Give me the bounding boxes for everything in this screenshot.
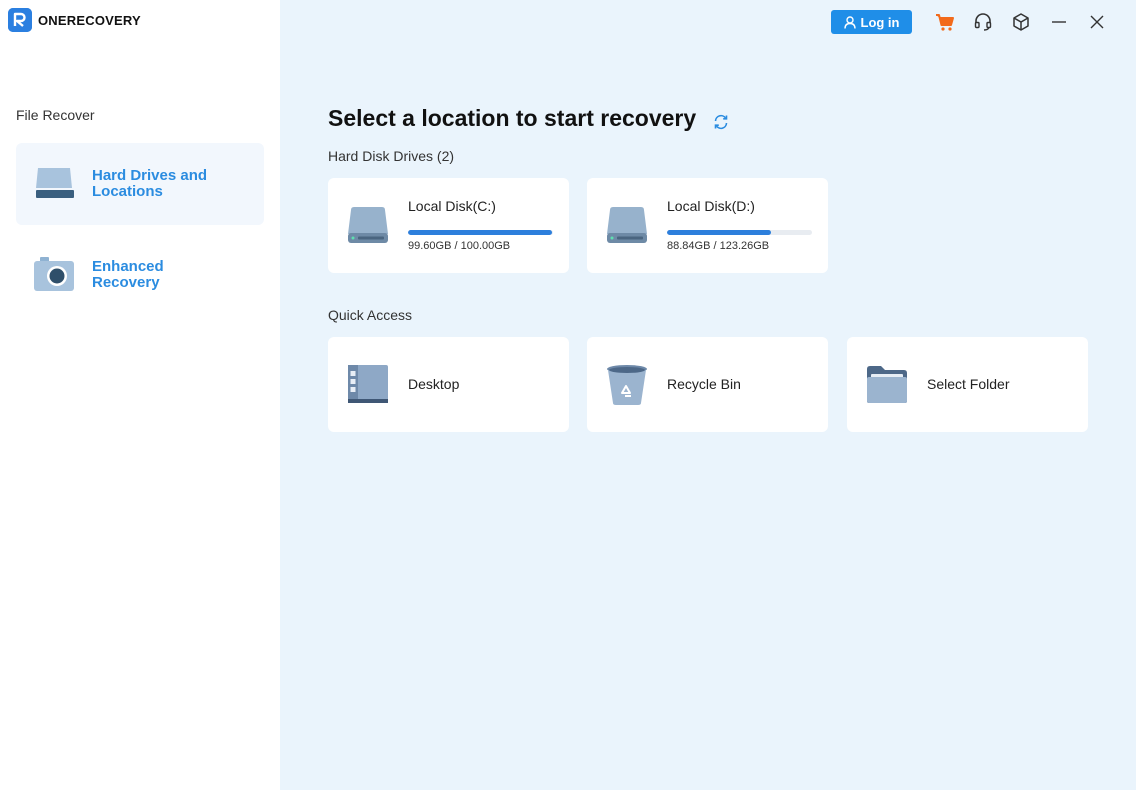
hard-drive-icon bbox=[346, 204, 390, 248]
close-icon[interactable] bbox=[1085, 10, 1109, 34]
page-title: Select a location to start recovery bbox=[328, 105, 697, 131]
recycle-bin-icon bbox=[605, 363, 649, 407]
headset-icon[interactable] bbox=[971, 10, 995, 34]
quick-access-recycle-bin[interactable]: Recycle Bin bbox=[587, 337, 828, 432]
user-icon bbox=[843, 15, 856, 29]
brand: ONERECOVERY bbox=[8, 8, 141, 32]
disk-size: 88.84GB / 123.26GB bbox=[667, 240, 770, 252]
sidebar-item-enhanced-recovery[interactable]: Enhanced Recovery bbox=[16, 245, 264, 305]
hdd-group-label: Hard Disk Drives (2) bbox=[328, 148, 455, 164]
quick-access-label-text: Desktop bbox=[408, 376, 460, 392]
disk-usage-fill bbox=[667, 230, 772, 235]
login-button[interactable]: Log in bbox=[831, 10, 912, 34]
disk-size: 99.60GB / 100.00GB bbox=[408, 240, 511, 252]
minimize-icon[interactable] bbox=[1047, 10, 1071, 34]
quick-access-label-text: Select Folder bbox=[927, 376, 1010, 392]
sidebar: ONERECOVERY File Recover Hard Drives and… bbox=[0, 0, 280, 790]
login-label: Log in bbox=[860, 14, 900, 30]
quick-access-select-folder[interactable]: Select Folder bbox=[847, 337, 1088, 432]
disk-card-d[interactable]: Local Disk(D:) 88.84GB / 123.26GB bbox=[587, 178, 828, 273]
quick-access-label: Quick Access bbox=[328, 307, 413, 323]
disk-name: Local Disk(C:) bbox=[408, 198, 496, 214]
hard-drive-icon bbox=[32, 164, 76, 204]
onerecovery-logo-icon bbox=[8, 8, 32, 32]
disk-name: Local Disk(D:) bbox=[667, 198, 755, 214]
topbar-actions: Log in bbox=[831, 10, 1116, 34]
cart-icon[interactable] bbox=[933, 10, 957, 34]
sidebar-item-label: Hard Drives and Locations bbox=[92, 167, 208, 200]
desktop-icon bbox=[346, 363, 390, 407]
disk-usage-bar bbox=[667, 230, 812, 235]
section-label-file-recover: File Recover bbox=[16, 107, 95, 123]
sidebar-item-label: Enhanced Recovery bbox=[92, 258, 164, 291]
disk-usage-bar bbox=[408, 230, 553, 235]
brand-name: ONERECOVERY bbox=[38, 12, 141, 28]
quick-access-desktop[interactable]: Desktop bbox=[328, 337, 569, 432]
sidebar-item-hard-drives[interactable]: Hard Drives and Locations bbox=[16, 143, 264, 225]
hard-drive-icon bbox=[605, 204, 649, 248]
folder-icon bbox=[865, 363, 909, 407]
disk-usage-fill bbox=[408, 230, 553, 235]
camera-icon bbox=[32, 255, 76, 295]
refresh-icon[interactable] bbox=[712, 113, 730, 131]
cube-icon[interactable] bbox=[1009, 10, 1033, 34]
quick-access-label-text: Recycle Bin bbox=[667, 376, 741, 392]
disk-card-c[interactable]: Local Disk(C:) 99.60GB / 100.00GB bbox=[328, 178, 569, 273]
